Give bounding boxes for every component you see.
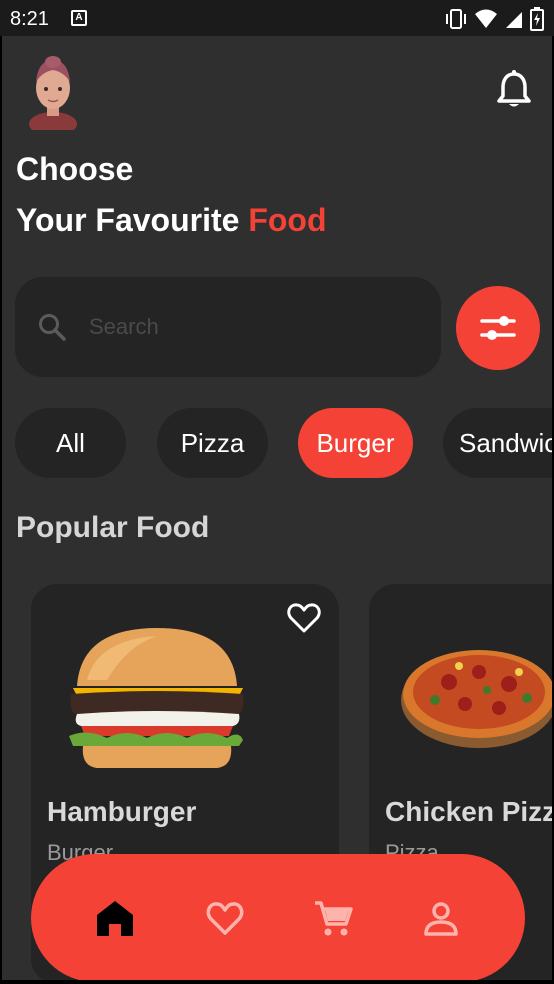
page-title-line1: Choose <box>16 151 134 187</box>
category-chip-all[interactable]: All <box>15 408 126 478</box>
food-card-name: Chicken Pizza <box>385 796 552 827</box>
section-title: Popular Food <box>16 511 210 544</box>
profile-icon[interactable] <box>421 898 461 938</box>
page-title-prefix: Your Favourite <box>16 202 249 238</box>
bell-icon[interactable] <box>496 70 532 110</box>
status-time: 8:21 <box>10 8 49 30</box>
category-chip-pizza[interactable]: Pizza <box>157 408 268 478</box>
search-input[interactable] <box>89 309 409 345</box>
heart-outline-icon[interactable] <box>287 602 321 634</box>
vibrate-icon <box>446 9 466 29</box>
cart-icon[interactable] <box>313 898 353 938</box>
pizza-image <box>401 650 552 748</box>
wifi-icon <box>475 9 497 28</box>
hamburger-image <box>69 628 244 768</box>
sliders-icon <box>480 316 516 340</box>
page-title-highlight: Food <box>248 202 327 238</box>
accessibility-notification-icon: A <box>71 10 87 26</box>
status-bar: 8:21 A <box>0 0 554 36</box>
food-card-name: Hamburger <box>47 796 197 827</box>
page-title-line2: Your Favourite Food <box>16 202 327 239</box>
category-chip-burger[interactable]: Burger <box>298 408 413 478</box>
battery-charging-icon <box>530 7 544 31</box>
signal-icon <box>506 12 522 28</box>
bottom-navigation <box>31 854 525 980</box>
heart-icon[interactable] <box>205 898 245 938</box>
category-list: All Pizza Burger Sandwich <box>15 408 552 478</box>
app-screen: Choose Your Favourite Food All Pizza Bur… <box>2 36 552 980</box>
category-chip-sandwich[interactable]: Sandwich <box>443 408 552 478</box>
search-bar <box>15 277 441 377</box>
home-icon[interactable] <box>95 898 135 938</box>
search-icon <box>39 314 66 341</box>
avatar[interactable] <box>24 54 82 130</box>
filter-button[interactable] <box>456 286 540 370</box>
